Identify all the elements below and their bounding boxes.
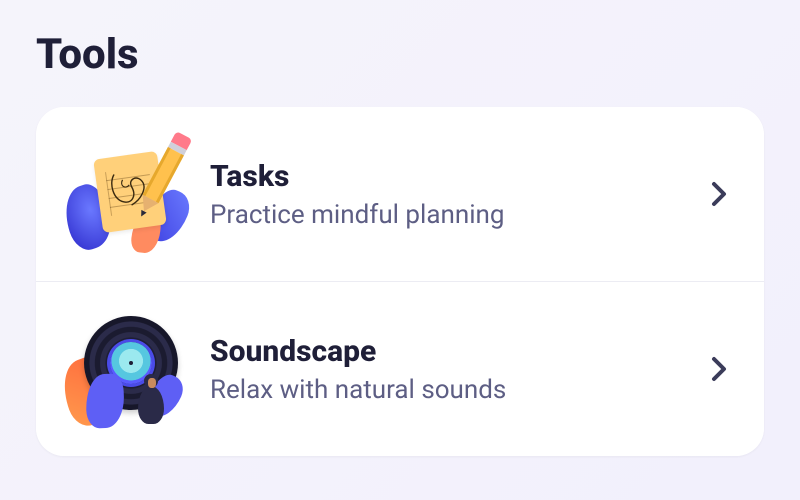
tool-subtitle: Practice mindful planning [210, 200, 682, 230]
soundscape-illustration-icon [72, 314, 182, 424]
tool-row-soundscape[interactable]: Soundscape Relax with natural sounds [36, 281, 764, 456]
chevron-right-icon [710, 355, 728, 383]
tools-list: Tasks Practice mindful planning Soundsca… [36, 107, 764, 456]
page-title: Tools [36, 30, 764, 79]
tasks-illustration-icon [72, 139, 182, 249]
chevron-right-icon [710, 180, 728, 208]
tool-title: Soundscape [210, 334, 682, 369]
tool-row-tasks[interactable]: Tasks Practice mindful planning [36, 107, 764, 281]
tool-text: Soundscape Relax with natural sounds [210, 334, 682, 405]
tool-text: Tasks Practice mindful planning [210, 159, 682, 230]
tool-subtitle: Relax with natural sounds [210, 375, 682, 405]
tool-title: Tasks [210, 159, 682, 194]
